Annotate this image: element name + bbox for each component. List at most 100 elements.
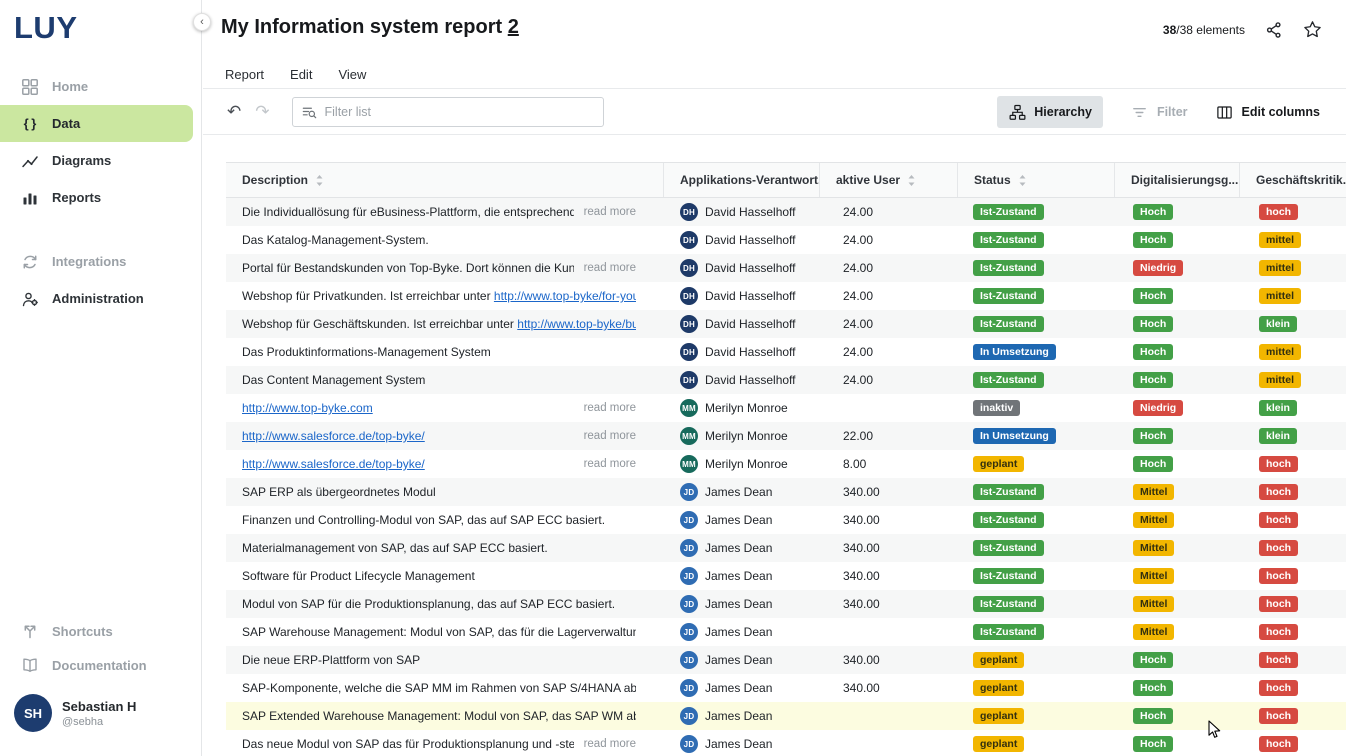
criticality-cell: klein [1240, 316, 1346, 333]
avatar: JD [680, 679, 698, 697]
description-link[interactable]: http://www.top-byke/for-you/ [494, 289, 636, 303]
criticality-badge: mittel [1259, 372, 1301, 389]
filter-button[interactable]: Filter [1131, 103, 1188, 121]
description-link[interactable]: http://www.salesforce.de/top-byke/ [242, 457, 425, 471]
table-row[interactable]: Das neue Modul von SAP das für Produktio… [226, 730, 1346, 756]
criticality-cell: mittel [1240, 372, 1346, 389]
app-logo[interactable]: LUY [0, 0, 201, 68]
sidebar-item-diagrams[interactable]: Diagrams [0, 142, 201, 179]
description-link[interactable]: http://www.top-byke.com [242, 401, 373, 415]
table-row[interactable]: Das Produktinformations-Management Syste… [226, 338, 1346, 366]
table-row[interactable]: http://www.top-byke.com read more MM Mer… [226, 394, 1346, 422]
filter-list-input[interactable] [292, 97, 604, 127]
digitalization-badge: Hoch [1133, 652, 1173, 669]
table-row[interactable]: Modul von SAP für die Produktionsplanung… [226, 590, 1346, 618]
read-more-link[interactable]: read more [574, 430, 636, 442]
description-link[interactable]: http://www.top-byke/business/ [517, 317, 636, 331]
digitalization-cell: Niedrig [1115, 400, 1240, 417]
column-header-business-criticality[interactable]: Geschäftskritik... [1240, 163, 1346, 197]
digitalization-cell: Mittel [1115, 512, 1240, 529]
status-badge: geplant [973, 652, 1024, 669]
column-header-active-users[interactable]: aktive User [820, 163, 958, 197]
read-more-link[interactable]: read more [574, 206, 636, 218]
owner-cell: JD James Dean [664, 595, 820, 613]
owner-name: James Dean [705, 569, 772, 583]
table-row[interactable]: SAP Extended Warehouse Management: Modul… [226, 702, 1346, 730]
owner-cell: JD James Dean [664, 511, 820, 529]
description-text: Webshop für Geschäftskunden. Ist erreich… [242, 317, 636, 331]
digitalization-badge: Niedrig [1133, 400, 1183, 417]
description-cell: Finanzen und Controlling-Modul von SAP, … [226, 513, 664, 527]
elements-count: 38/38 elements [1163, 23, 1245, 37]
owner-cell: JD James Dean [664, 707, 820, 725]
digitalization-cell: Hoch [1115, 708, 1240, 725]
table-row[interactable]: Portal für Bestandskunden von Top-Byke. … [226, 254, 1346, 282]
column-label: Geschäftskritik... [1256, 173, 1346, 187]
description-text: Modul von SAP für die Produktionsplanung… [242, 597, 615, 611]
sidebar-collapse-button[interactable]: ‹ [193, 13, 211, 31]
table-row[interactable]: Die neue ERP-Plattform von SAP JD James … [226, 646, 1346, 674]
hierarchy-toggle-button[interactable]: Hierarchy [997, 96, 1103, 128]
table-row[interactable]: Das Katalog-Management-System. DH David … [226, 226, 1346, 254]
criticality-badge: hoch [1259, 512, 1298, 529]
sidebar-item-documentation[interactable]: Documentation [0, 648, 201, 682]
table-row[interactable]: Materialmanagement von SAP, das auf SAP … [226, 534, 1346, 562]
table-row[interactable]: SAP-Komponente, welche die SAP MM im Rah… [226, 674, 1346, 702]
shortcuts-split-icon [21, 622, 39, 640]
criticality-badge: mittel [1259, 260, 1301, 277]
sidebar-item-reports[interactable]: Reports [0, 179, 201, 216]
column-label: aktive User [836, 173, 900, 187]
sidebar-item-shortcuts[interactable]: Shortcuts [0, 614, 201, 648]
logo-text: LUY [14, 10, 78, 45]
user-profile[interactable]: SH Sebastian H @sebha [0, 682, 201, 748]
edit-columns-button[interactable]: Edit columns [1216, 103, 1320, 121]
main-content: My Information system report 2 38/38 ele… [203, 0, 1346, 756]
column-header-description[interactable]: Description [226, 163, 664, 197]
digitalization-badge: Hoch [1133, 344, 1173, 361]
description-link[interactable]: http://www.salesforce.de/top-byke/ [242, 429, 425, 443]
read-more-link[interactable]: read more [574, 402, 636, 414]
digitalization-cell: Mittel [1115, 596, 1240, 613]
table-row[interactable]: http://www.salesforce.de/top-byke/ read … [226, 450, 1346, 478]
share-icon[interactable] [1265, 21, 1283, 39]
read-more-link[interactable]: read more [574, 458, 636, 470]
table-row[interactable]: Finanzen und Controlling-Modul von SAP, … [226, 506, 1346, 534]
star-favorite-icon[interactable] [1303, 20, 1322, 39]
read-more-link[interactable]: read more [574, 738, 636, 750]
hierarchy-label: Hierarchy [1034, 105, 1092, 119]
active-users-cell: 24.00 [820, 317, 958, 331]
status-badge: Ist-Zustand [973, 204, 1044, 221]
table-row[interactable]: Webshop für Geschäftskunden. Ist erreich… [226, 310, 1346, 338]
avatar: JD [680, 651, 698, 669]
sidebar-item-administration[interactable]: Administration [0, 280, 201, 317]
menu-view[interactable]: View [338, 67, 366, 82]
table-row[interactable]: http://www.salesforce.de/top-byke/ read … [226, 422, 1346, 450]
digitalization-cell: Hoch [1115, 288, 1240, 305]
user-avatar: SH [14, 694, 52, 732]
sidebar-item-label: Administration [52, 291, 144, 306]
column-label: Digitalisierungsg... [1131, 173, 1238, 187]
read-more-link[interactable]: read more [574, 262, 636, 274]
column-header-digitalization[interactable]: Digitalisierungsg... [1115, 163, 1240, 197]
menu-edit[interactable]: Edit [290, 67, 312, 82]
column-header-status[interactable]: Status [958, 163, 1115, 197]
status-badge: Ist-Zustand [973, 540, 1044, 557]
table-row[interactable]: Das Content Management System DH David H… [226, 366, 1346, 394]
table-row[interactable]: SAP Warehouse Management: Modul von SAP,… [226, 618, 1346, 646]
description-text: Die neue ERP-Plattform von SAP [242, 653, 420, 667]
table-row[interactable]: Die Individuallösung für eBusiness-Platt… [226, 198, 1346, 226]
sidebar-item-data[interactable]: { } Data [0, 105, 193, 142]
undo-icon[interactable]: ↶ [227, 102, 241, 122]
menu-report[interactable]: Report [225, 67, 264, 82]
sidebar-item-integrations[interactable]: Integrations [0, 243, 201, 280]
table-row[interactable]: SAP ERP als übergeordnetes Modul JD Jame… [226, 478, 1346, 506]
sidebar-item-home[interactable]: Home [0, 68, 201, 105]
table-row[interactable]: Webshop für Privatkunden. Ist erreichbar… [226, 282, 1346, 310]
table-row[interactable]: Software für Product Lifecycle Managemen… [226, 562, 1346, 590]
status-cell: Ist-Zustand [958, 512, 1115, 529]
bar-chart-icon [21, 189, 39, 207]
criticality-badge: klein [1259, 428, 1297, 445]
description-cell: Webshop für Privatkunden. Ist erreichbar… [226, 289, 664, 303]
column-header-owner[interactable]: Applikations-Verantwort... [664, 163, 820, 197]
redo-icon[interactable]: ↷ [255, 102, 269, 122]
